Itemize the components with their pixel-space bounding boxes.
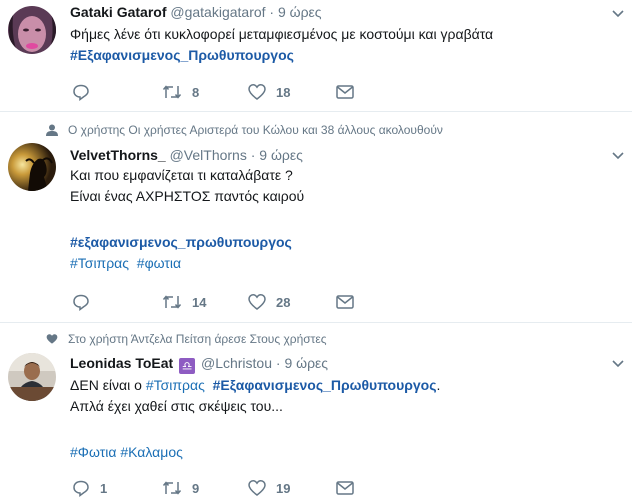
- tweet-actions: 14 28: [70, 292, 370, 312]
- tweet-header: Gataki Gatarof @gatakigatarof · 9 ώρες: [70, 3, 322, 21]
- like-count: 18: [276, 84, 291, 100]
- direct-message-button[interactable]: [336, 292, 354, 312]
- display-name[interactable]: Gataki Gatarof: [70, 4, 166, 20]
- direct-message-button[interactable]: [336, 478, 354, 498]
- separator-dot: ·: [275, 355, 281, 371]
- like-button[interactable]: 19: [248, 478, 290, 498]
- hashtag-link[interactable]: #Καλαμος: [120, 444, 183, 460]
- avatar[interactable]: [8, 353, 56, 401]
- like-count: 19: [276, 480, 291, 496]
- hashtag-link[interactable]: #Φωτια: [70, 444, 116, 460]
- heart-icon: [46, 334, 58, 344]
- tweet-1[interactable]: Gataki Gatarof @gatakigatarof · 9 ώρες Φ…: [0, 0, 632, 110]
- tweet-header: VelvetThorns_ @VelThorns · 9 ώρες: [70, 146, 303, 164]
- reply-icon: [73, 294, 89, 311]
- reply-count: 1: [100, 480, 108, 496]
- reply-button[interactable]: [72, 292, 100, 312]
- hashtag-link[interactable]: #Τσιπρας: [70, 255, 129, 271]
- tweet-text: Και που εμφανίζεται τι καταλάβατε ? Είνα…: [70, 165, 304, 274]
- retweet-button[interactable]: 14: [162, 292, 206, 312]
- tweet-2[interactable]: Ο χρήστης Οι χρήστες Αριστερά του Κώλου …: [0, 112, 632, 320]
- libra-emoji: ♎: [179, 358, 196, 374]
- chevron-down-icon[interactable]: [612, 152, 624, 160]
- chevron-down-icon[interactable]: [612, 360, 624, 368]
- text-line: Φήμες λένε ότι κυκλοφορεί μεταμφιεσμένος…: [70, 26, 494, 42]
- tweet-text: Φήμες λένε ότι κυκλοφορεί μεταμφιεσμένος…: [70, 24, 493, 66]
- retweet-count: 9: [192, 480, 200, 496]
- tweet-3[interactable]: Στο χρήστη Άντζελα Πείτση άρεσε Στους χρ…: [0, 323, 632, 504]
- chevron-down-icon[interactable]: [612, 10, 624, 18]
- text-line: Είναι ένας ΑΧΡΗΣΤΟΣ παντός καιρού: [70, 188, 305, 204]
- avatar[interactable]: [8, 143, 56, 191]
- reply-button[interactable]: 1: [72, 478, 107, 498]
- text-fragment: ΔΕΝ είναι ο: [70, 377, 142, 393]
- heart-icon: [248, 480, 266, 496]
- like-count: 28: [276, 294, 291, 310]
- reply-icon: [73, 480, 89, 497]
- direct-message-button[interactable]: [336, 82, 354, 102]
- retweet-icon: [162, 481, 182, 495]
- text-line: Απλά έχει χαθεί στις σκέψεις του...: [70, 398, 283, 414]
- retweet-count: 8: [192, 84, 200, 100]
- avatar[interactable]: [8, 6, 56, 54]
- envelope-icon: [336, 295, 354, 309]
- user-handle[interactable]: @Lchristou: [201, 355, 272, 371]
- timestamp[interactable]: 9 ώρες: [278, 4, 322, 20]
- hashtag-link[interactable]: #Εξαφανισμενος_Πρωθυπουργος: [213, 377, 437, 393]
- retweet-icon: [162, 85, 182, 99]
- timestamp[interactable]: 9 ώρες: [284, 355, 328, 371]
- like-button[interactable]: 18: [248, 82, 290, 102]
- retweet-count: 14: [192, 294, 207, 310]
- hashtag-link[interactable]: #Εξαφανισμενος_Πρωθυπουργος: [70, 47, 294, 63]
- reply-icon: [73, 84, 89, 101]
- timestamp[interactable]: 9 ώρες: [259, 147, 303, 163]
- separator-dot: ·: [269, 4, 275, 20]
- retweet-button[interactable]: 8: [162, 82, 199, 102]
- like-button[interactable]: 28: [248, 292, 290, 312]
- tweet-text: ΔΕΝ είναι ο #Τσιπρας #Εξαφανισμενος_Πρωθ…: [70, 375, 440, 463]
- display-name[interactable]: Leonidas ToEat: [70, 355, 173, 371]
- display-name[interactable]: VelvetThorns_: [70, 147, 166, 163]
- text-fragment: .: [436, 377, 441, 393]
- heart-icon: [248, 84, 266, 100]
- user-handle[interactable]: @VelThorns: [170, 147, 247, 163]
- hashtag-link[interactable]: #Τσιπρας: [146, 377, 205, 393]
- user-handle[interactable]: @gatakigatarof: [170, 4, 265, 20]
- text-line: Και που εμφανίζεται τι καταλάβατε ?: [70, 167, 293, 183]
- envelope-icon: [336, 85, 354, 99]
- retweet-icon: [162, 295, 182, 309]
- user-icon: [46, 124, 58, 136]
- heart-icon: [248, 294, 266, 310]
- retweet-button[interactable]: 9: [162, 478, 199, 498]
- text-line: ΔΕΝ είναι ο #Τσιπρας #Εξαφανισμενος_Πρωθ…: [70, 375, 440, 396]
- context-text[interactable]: Ο χρήστης Οι χρήστες Αριστερά του Κώλου …: [68, 122, 443, 138]
- hashtag-link[interactable]: #φωτια: [137, 255, 181, 271]
- hashtag-link[interactable]: #εξαφανισμενος_πρωθυπουργος: [70, 234, 292, 250]
- tweet-header: Leonidas ToEat ♎ @Lchristou · 9 ώρες: [70, 354, 328, 374]
- envelope-icon: [336, 481, 354, 495]
- separator-dot: ·: [250, 147, 256, 163]
- tweet-actions: 1 9 19: [70, 478, 370, 498]
- tweet-actions: 8 18: [70, 82, 370, 102]
- context-text[interactable]: Στο χρήστη Άντζελα Πείτση άρεσε Στους χρ…: [68, 331, 327, 347]
- reply-button[interactable]: [72, 82, 100, 102]
